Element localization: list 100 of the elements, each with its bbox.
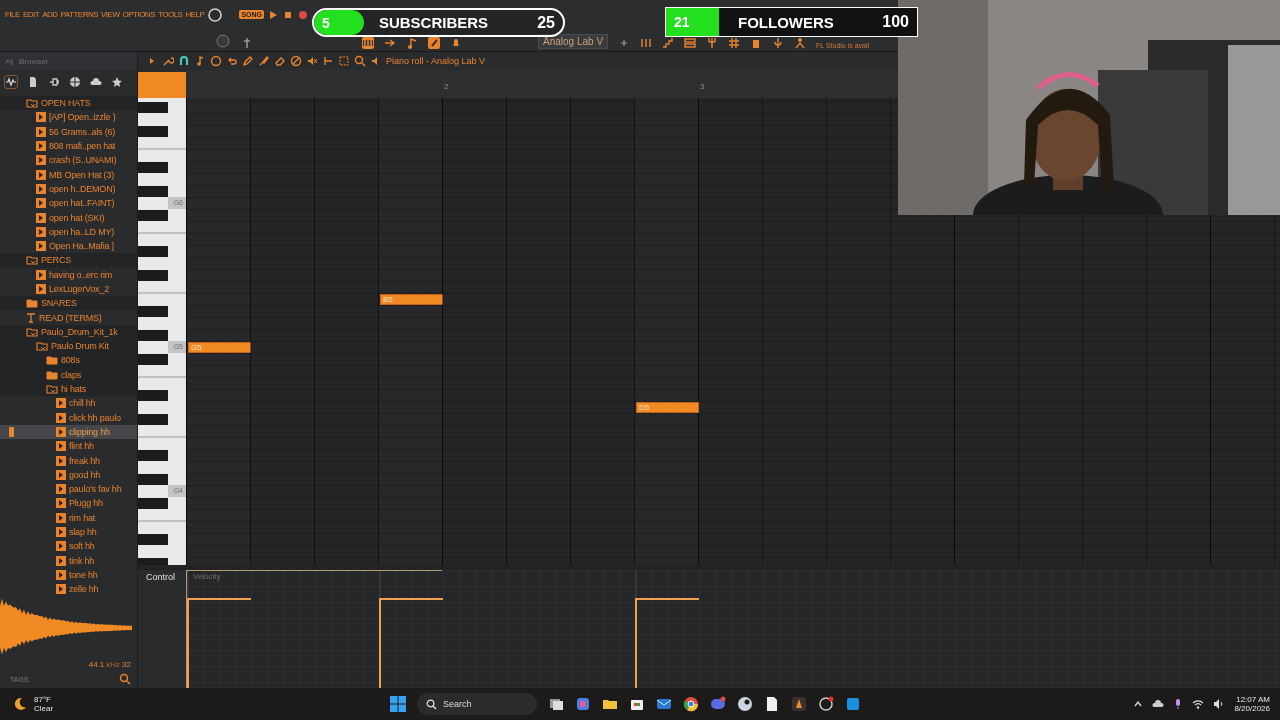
sample-item[interactable]: open hat..FAINT) <box>0 196 137 211</box>
piano-keyboard-drawing[interactable] <box>138 98 186 565</box>
file-icon[interactable] <box>27 76 39 88</box>
menu-item[interactable]: OPTIONS <box>122 10 155 20</box>
sample-item[interactable]: rim hat <box>0 510 137 525</box>
audio-file-icon <box>56 541 66 552</box>
sample-item[interactable]: good hh <box>0 467 137 482</box>
sample-rate: 44.1 <box>88 660 105 669</box>
folder-item[interactable]: PERCS <box>0 253 137 268</box>
chevron-up-icon[interactable] <box>1133 699 1144 709</box>
audio-file-icon <box>36 226 46 237</box>
audio-file-icon <box>56 426 66 437</box>
circle-icon[interactable] <box>210 55 222 67</box>
sample-item[interactable]: [AP] Open..izzle ) <box>0 110 137 125</box>
sample-item[interactable]: open ha..LD MY) <box>0 224 137 239</box>
mute-icon[interactable] <box>306 55 318 67</box>
folder-item[interactable]: Paulo Drum Kit <box>0 339 137 354</box>
wifi-icon[interactable] <box>1192 698 1205 710</box>
menu-item[interactable]: FILE <box>5 10 20 20</box>
app-tile-icon[interactable] <box>575 696 591 712</box>
fork-icon[interactable] <box>706 37 719 49</box>
goal-title: FOLLOWERS <box>738 13 834 31</box>
record-icon[interactable] <box>297 8 309 21</box>
sample-item[interactable]: chill hh <box>0 396 137 411</box>
slice-icon[interactable] <box>322 55 334 67</box>
window-title: Piano roll - Analog Lab V <box>386 56 486 66</box>
search-icon[interactable] <box>119 673 131 685</box>
zoom-icon[interactable] <box>354 55 366 67</box>
sample-item[interactable]: open h..DEMON) <box>0 181 137 197</box>
steps-icon[interactable] <box>662 37 675 49</box>
sample-item[interactable]: MB Open Hat (3) <box>0 167 137 182</box>
sample-item[interactable]: having o..erc rim <box>0 267 137 282</box>
sample-item[interactable]: tone hh <box>0 567 137 583</box>
tempo-knob-icon[interactable] <box>207 6 224 23</box>
sample-item[interactable]: clipping hh <box>0 424 137 440</box>
sample-item[interactable]: slap hh <box>0 524 137 540</box>
instrument-selector[interactable]: Analog Lab V <box>538 34 609 49</box>
audio-file-icon <box>36 269 46 280</box>
menu-item[interactable]: TOOLS <box>158 10 183 20</box>
menu-item[interactable]: EDIT <box>22 10 40 20</box>
note-icon[interactable] <box>406 37 418 49</box>
brush-icon[interactable] <box>258 55 270 67</box>
playlist-icon[interactable] <box>684 37 697 49</box>
play-icon[interactable] <box>267 8 279 21</box>
sample-item[interactable]: crash (S..UNAMI) <box>0 153 137 168</box>
readme-item[interactable]: READ (TERMS) <box>0 310 137 325</box>
browser-icon[interactable] <box>683 696 699 712</box>
wrench-icon[interactable] <box>162 55 174 67</box>
person-icon[interactable] <box>794 37 807 49</box>
magnet-icon[interactable] <box>178 55 190 67</box>
eraser-icon[interactable] <box>274 55 286 67</box>
menu-item[interactable]: HELP <box>185 10 205 20</box>
goal-target: 100 <box>882 13 909 31</box>
menu-item[interactable]: VIEW <box>101 10 120 20</box>
cloud-icon[interactable] <box>90 76 102 88</box>
sample-item[interactable]: Open Ha..Mafia ] <box>0 238 137 254</box>
volume-knob-icon[interactable] <box>215 33 231 49</box>
sample-item[interactable]: soft hh <box>0 539 137 554</box>
sample-item[interactable]: freak hh <box>0 453 137 468</box>
star-icon[interactable] <box>111 76 123 88</box>
sample-item[interactable]: open hat (SKI) <box>0 210 137 225</box>
start-icon[interactable] <box>390 696 406 712</box>
mixer-icon[interactable] <box>640 37 653 49</box>
cloud-network-icon[interactable] <box>1152 698 1165 710</box>
pencil-icon[interactable] <box>242 55 254 67</box>
tile-app-icon[interactable] <box>845 696 861 712</box>
chat-app-icon[interactable] <box>710 696 726 712</box>
menu-item[interactable]: PATTERNS <box>60 10 98 20</box>
grid-icon[interactable] <box>728 37 741 49</box>
document-icon[interactable] <box>764 696 780 712</box>
moon-icon <box>12 696 28 712</box>
sample-item[interactable]: Plugg hh <box>0 496 137 511</box>
sample-item[interactable]: LexLugerVox_2 <box>0 281 137 297</box>
globe-icon[interactable] <box>69 76 81 88</box>
arrow-icon[interactable] <box>384 37 396 49</box>
piano-roll-icon[interactable] <box>362 37 374 49</box>
sample-item[interactable]: flint hh <box>0 439 137 454</box>
waveform-icon[interactable] <box>4 75 18 89</box>
task-view-icon[interactable] <box>548 696 564 712</box>
control-selector[interactable]: Control <box>146 572 175 582</box>
velocity-line <box>637 598 699 601</box>
undo-icon[interactable] <box>226 55 238 67</box>
sample-item[interactable]: click hh paulo <box>0 410 137 425</box>
search-field[interactable]: Search <box>417 693 537 715</box>
mail-icon[interactable] <box>656 696 672 712</box>
sample-item[interactable]: 56 Grams..als (6) <box>0 124 137 139</box>
folder-item[interactable]: Paulo_Drum_Kit_1k <box>0 324 137 340</box>
sample-item[interactable]: 808 mafi..pen hat <box>0 138 137 154</box>
no-entry-icon[interactable] <box>290 55 302 67</box>
clock-time: 12:07 AM <box>1236 695 1270 704</box>
menu-item[interactable]: ADD <box>42 10 58 20</box>
microphone-icon[interactable] <box>772 37 785 49</box>
sample-item[interactable]: tink hh <box>0 553 137 568</box>
sample-item[interactable]: zelle hh <box>0 582 137 597</box>
note-icon[interactable] <box>194 55 206 67</box>
folder-item[interactable]: 808s <box>0 353 137 368</box>
bell-icon[interactable] <box>450 37 462 49</box>
sample-item[interactable]: paulo's fav hh <box>0 482 137 497</box>
folder-item[interactable]: OPEN HATS <box>0 96 137 111</box>
folder-item[interactable]: SNARES <box>0 296 137 311</box>
